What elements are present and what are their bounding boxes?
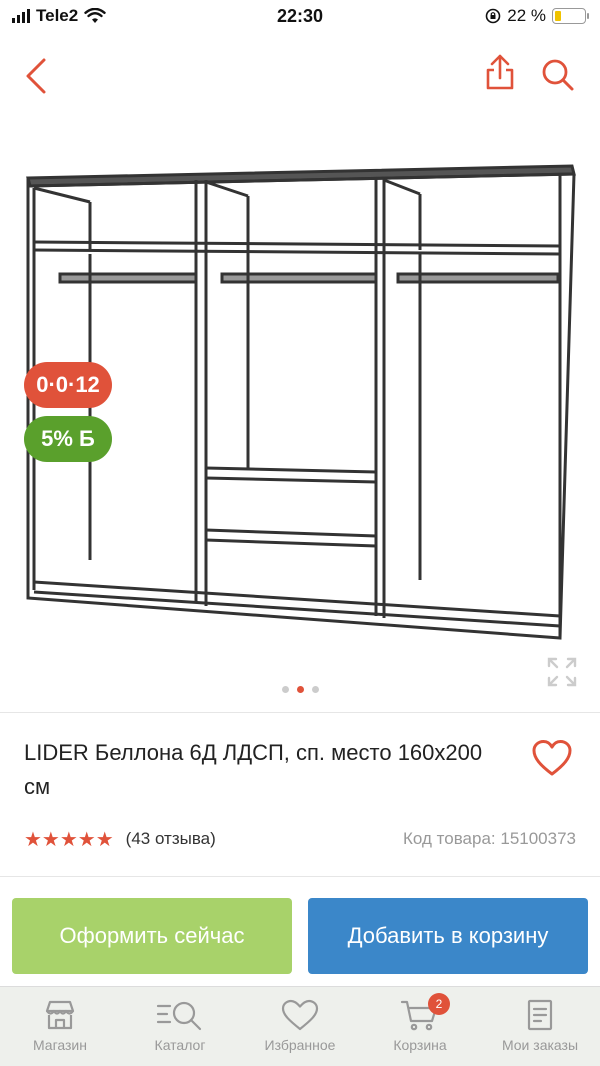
bonus-badge: 5% Б bbox=[24, 416, 112, 462]
tab-orders[interactable]: Мои заказы bbox=[480, 987, 600, 1066]
battery-percent: 22 % bbox=[507, 6, 546, 25]
pagination-dot[interactable] bbox=[296, 686, 304, 693]
share-icon bbox=[486, 54, 514, 90]
tab-catalog[interactable]: Каталог bbox=[120, 987, 240, 1066]
product-gallery[interactable]: 0·0·12 5% Б bbox=[0, 140, 600, 700]
tab-store[interactable]: Магазин bbox=[0, 987, 120, 1066]
divider bbox=[0, 712, 600, 713]
rating-row: ★★★★★ (43 отзыва) Код товара: 15100373 bbox=[24, 826, 576, 852]
tab-label: Каталог bbox=[154, 1037, 206, 1053]
heart-icon bbox=[532, 740, 572, 776]
catalog-search-icon bbox=[156, 1001, 202, 1031]
add-to-cart-button[interactable]: Добавить в корзину bbox=[308, 898, 588, 974]
installment-badge: 0·0·12 bbox=[24, 362, 112, 408]
orders-icon bbox=[527, 999, 553, 1031]
search-button[interactable] bbox=[538, 52, 578, 96]
store-icon bbox=[45, 1000, 75, 1030]
pagination-dot[interactable] bbox=[311, 686, 319, 693]
orientation-lock-icon bbox=[485, 8, 501, 24]
product-sku: Код товара: 15100373 bbox=[403, 829, 576, 848]
tab-label: Магазин bbox=[32, 1037, 87, 1053]
tab-label: Мои заказы bbox=[501, 1037, 579, 1053]
bottom-tab-bar: Магазин Каталог Избранное 2 Корзина Мои … bbox=[0, 986, 600, 1066]
gallery-pagination[interactable] bbox=[0, 686, 600, 693]
back-button[interactable] bbox=[18, 52, 58, 96]
battery-level bbox=[555, 11, 562, 21]
product-title: LIDER Беллона 6Д ЛДСП, сп. место 160х200… bbox=[24, 740, 483, 799]
tab-label: Избранное bbox=[264, 1037, 336, 1053]
navigation-bar bbox=[0, 44, 600, 104]
heart-icon bbox=[281, 999, 319, 1031]
search-icon bbox=[542, 59, 574, 91]
cart-count-badge: 2 bbox=[428, 993, 450, 1015]
pagination-dot[interactable] bbox=[281, 686, 289, 693]
favorite-button[interactable] bbox=[530, 738, 574, 778]
status-bar: Tele2 22:30 22 % bbox=[0, 0, 600, 34]
buy-now-button[interactable]: Оформить сейчас bbox=[12, 898, 292, 974]
fullscreen-button[interactable] bbox=[546, 656, 578, 688]
rating-stars[interactable]: ★★★★★ bbox=[24, 827, 114, 852]
tab-label: Корзина bbox=[393, 1037, 447, 1053]
chevron-left-icon bbox=[26, 58, 46, 94]
tab-cart[interactable]: 2 Корзина bbox=[360, 987, 480, 1066]
tab-favorites[interactable]: Избранное bbox=[240, 987, 360, 1066]
share-button[interactable] bbox=[480, 50, 520, 94]
reviews-link[interactable]: (43 отзыва) bbox=[126, 829, 216, 849]
battery-info: 22 % bbox=[485, 6, 589, 26]
expand-icon bbox=[547, 657, 577, 687]
battery-icon bbox=[552, 8, 589, 24]
divider bbox=[0, 876, 600, 877]
